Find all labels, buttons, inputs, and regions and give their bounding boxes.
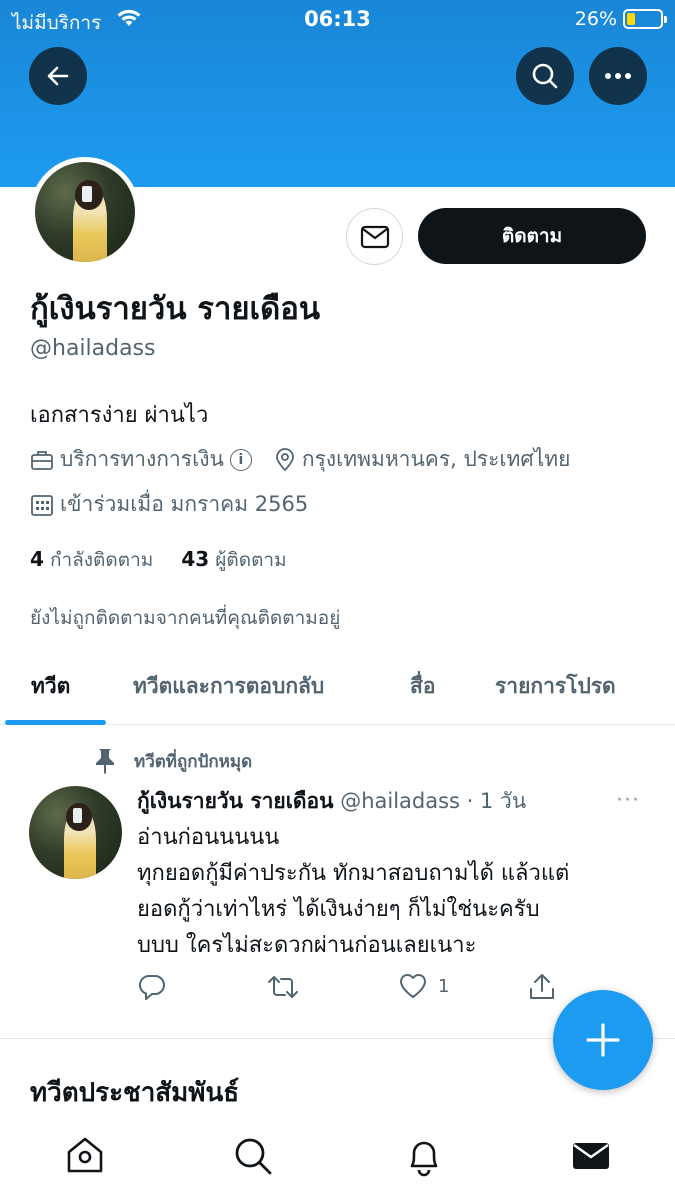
- reply-icon: [138, 974, 165, 1000]
- search-icon: [532, 63, 558, 89]
- profile-bio: เอกสารง่าย ผ่านไว: [30, 403, 209, 428]
- location-pin-icon: [275, 447, 294, 471]
- back-button[interactable]: [29, 47, 87, 105]
- bottom-navigation: [0, 1125, 675, 1200]
- heart-icon: [399, 973, 427, 998]
- follow-stats: 4 กำลังติดตาม 43 ผู้ติดตาม: [30, 545, 287, 575]
- profile-joined: เข้าร่วมเมื่อ มกราคม 2565: [60, 492, 309, 516]
- tab-tweets[interactable]: ทวีต: [31, 670, 70, 703]
- envelope-icon: [360, 225, 389, 248]
- retweet-button[interactable]: [267, 972, 299, 1002]
- pinned-label: ทวีตที่ถูกปักหมุด: [134, 751, 253, 772]
- message-button[interactable]: [346, 208, 403, 265]
- profile-location: กรุงเทพมหานคร, ประเทศไทย: [301, 447, 571, 471]
- pin-icon: [96, 749, 114, 774]
- more-button[interactable]: [589, 47, 647, 105]
- tweet-line: อ่านก่อนนนนน: [137, 825, 280, 850]
- nav-messages[interactable]: [570, 1135, 612, 1181]
- info-icon[interactable]: i: [229, 448, 252, 471]
- retweet-icon: [268, 976, 298, 998]
- following-label: กำลังติดตาม: [49, 549, 154, 571]
- tweet-author-name[interactable]: กู้เงินรายวัน รายเดือน: [137, 789, 334, 813]
- profile-joined-row: เข้าร่วมเมื่อ มกราคม 2565: [30, 488, 308, 521]
- profile-avatar[interactable]: [30, 157, 140, 267]
- tweet-author-avatar[interactable]: [29, 786, 122, 879]
- follow-button[interactable]: ติดตาม: [418, 208, 646, 264]
- profile-handle: @hailadass: [30, 336, 156, 361]
- active-tab-indicator: [5, 720, 106, 725]
- not-followed-note: ยังไม่ถูกติดตามจากคนที่คุณติดตามอยู่: [30, 607, 341, 629]
- tab-tweets-and-replies[interactable]: ทวีตและการตอบกลับ: [133, 670, 324, 703]
- followers-link[interactable]: 43 ผู้ติดตาม: [181, 547, 287, 571]
- nav-notifications[interactable]: [403, 1135, 445, 1181]
- briefcase-icon: [31, 450, 53, 470]
- tab-media[interactable]: สื่อ: [410, 670, 435, 703]
- tweet-text: อ่านก่อนนนนน ทุกยอดกู้มีค่าประกัน ทักมาส…: [137, 820, 657, 964]
- like-button[interactable]: 1: [398, 972, 449, 1000]
- followers-label: ผู้ติดตาม: [215, 549, 287, 571]
- share-button[interactable]: [527, 972, 557, 1002]
- clock: 06:13: [304, 7, 371, 31]
- mail-icon: [573, 1143, 609, 1169]
- profile-tabs: ทวีต ทวีตและการตอบกลับ สื่อ รายการโปรด: [0, 655, 675, 725]
- following-count: 4: [30, 547, 44, 571]
- tweet-line: ยอดกู้ว่าเท่าไหร่ ได้เงินง่ายๆ ก็ไม่ใช่น…: [137, 897, 540, 922]
- battery-icon: [623, 9, 667, 29]
- tweet-line: ทุกยอดกู้มีค่าประกัน ทักมาสอบถามได้ แล้ว…: [137, 861, 570, 886]
- profile-meta-row: บริการทางการเงิน i กรุงเทพมหานคร, ประเทศ…: [30, 443, 570, 476]
- bell-icon: [410, 1141, 438, 1177]
- following-link[interactable]: 4 กำลังติดตาม: [30, 547, 154, 571]
- tweet-author-meta: @hailadass · 1 วัน: [340, 789, 527, 813]
- reply-button[interactable]: [137, 972, 167, 1002]
- search-button[interactable]: [516, 47, 574, 105]
- search-icon: [235, 1138, 272, 1175]
- tweet-more-icon[interactable]: ···: [616, 788, 640, 813]
- share-icon: [530, 974, 554, 999]
- home-icon: [67, 1137, 103, 1173]
- nav-home[interactable]: [64, 1135, 106, 1181]
- tab-likes[interactable]: รายการโปรด: [495, 670, 616, 703]
- tweet-line: บบบ ใครไม่สะดวกผ่านก่อนเลยเนาะ: [137, 933, 477, 958]
- calendar-icon: [31, 494, 53, 516]
- arrow-left-icon: [47, 66, 69, 86]
- battery-percent: 26%: [574, 8, 617, 30]
- nav-search[interactable]: [232, 1135, 274, 1181]
- more-horizontal-icon: [605, 73, 631, 79]
- tweet-header: กู้เงินรายวัน รายเดือน @hailadass · 1 วั…: [137, 785, 526, 818]
- profile-category: บริการทางการเงิน: [60, 447, 224, 471]
- like-count: 1: [438, 975, 450, 997]
- pinned-indicator: ทวีตที่ถูกปักหมุด: [92, 747, 252, 775]
- compose-tweet-button[interactable]: [553, 990, 653, 1090]
- plus-icon: [586, 1023, 620, 1057]
- status-bar: ไม่มีบริการ 06:13 26%: [0, 0, 675, 38]
- promoted-tweets-heading: ทวีตประชาสัมพันธ์: [30, 1078, 240, 1108]
- followers-count: 43: [181, 547, 210, 571]
- profile-display-name: กู้เงินรายวัน รายเดือน: [30, 291, 321, 327]
